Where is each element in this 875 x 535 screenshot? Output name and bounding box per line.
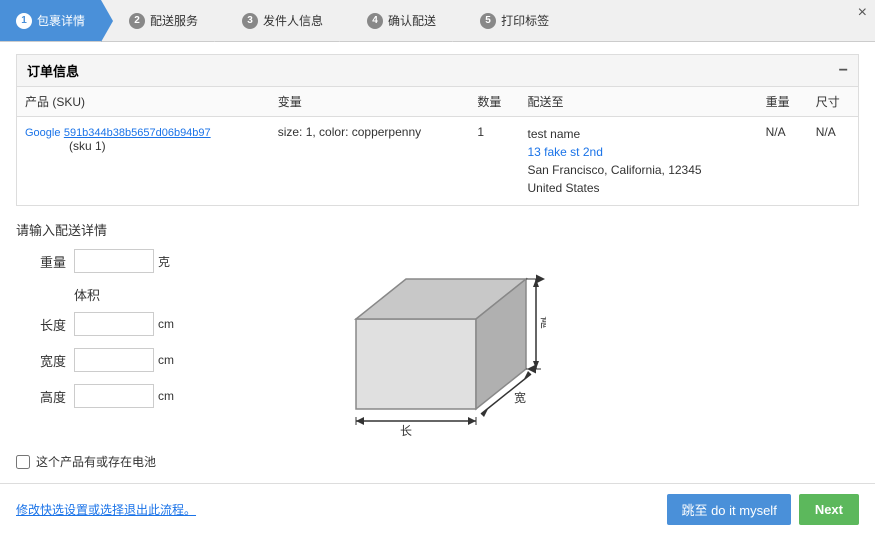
weight-row: 重量 克 — [16, 249, 296, 273]
svg-text:长: 长 — [400, 424, 412, 438]
col-quantity: 数量 — [469, 87, 519, 117]
svg-text:宽: 宽 — [514, 390, 526, 405]
height-row: 高度 cm — [16, 384, 296, 408]
length-row: 长度 cm — [16, 312, 296, 336]
address-line2: San Francisco, California, 12345 — [527, 163, 701, 177]
step-3[interactable]: 3 发件人信息 — [226, 0, 339, 41]
weight-label: 重量 — [16, 252, 66, 271]
step-3-label: 发件人信息 — [263, 12, 323, 29]
length-input[interactable] — [74, 312, 154, 336]
shipping-section-label: 请输入配送详情 — [16, 220, 859, 239]
form-left: 重量 克 体积 长度 cm 宽度 cm — [16, 249, 296, 420]
svg-text:高度: 高度 — [540, 315, 546, 330]
collapse-button[interactable]: − — [839, 62, 848, 80]
length-unit: cm — [158, 317, 174, 331]
col-weight: 重量 — [758, 87, 808, 117]
col-product: 产品 (SKU) — [17, 87, 270, 117]
google-link[interactable]: Google — [25, 127, 60, 139]
skip-button[interactable]: 跳至 do it myself — [667, 494, 790, 525]
variant-cell: size: 1, color: copperpenny — [270, 117, 470, 206]
order-section-title: 订单信息 — [27, 61, 79, 80]
next-button[interactable]: Next — [799, 494, 859, 525]
width-unit: cm — [158, 353, 174, 367]
footer-buttons: 跳至 do it myself Next — [667, 494, 859, 525]
col-size: 尺寸 — [808, 87, 859, 117]
height-label: 高度 — [16, 387, 66, 406]
form-area: 重量 克 体积 长度 cm 宽度 cm — [16, 249, 859, 439]
height-input[interactable] — [74, 384, 154, 408]
step-2-num: 2 — [129, 13, 145, 29]
step-arrow-1 — [101, 0, 113, 42]
step-4[interactable]: 4 确认配送 — [351, 0, 452, 41]
steps-bar: 1 包裹详情 2 配送服务 3 发件人信息 4 确认配送 5 打印标签 — [0, 0, 875, 42]
width-input[interactable] — [74, 348, 154, 372]
battery-label: 这个产品有或存在电池 — [36, 453, 156, 470]
step-1[interactable]: 1 包裹详情 — [0, 0, 101, 41]
weight-cell: N/A — [758, 117, 808, 206]
address-cell: test name 13 fake st 2nd San Francisco, … — [519, 117, 757, 206]
step-5[interactable]: 5 打印标签 — [464, 0, 565, 41]
order-table: 产品 (SKU) 变量 数量 配送至 重量 尺寸 Google 591b344b… — [16, 87, 859, 206]
step-1-label: 包裹详情 — [37, 12, 85, 29]
quantity-cell: 1 — [469, 117, 519, 206]
footer-link[interactable]: 修改快选设置或选择退出此流程。 — [16, 501, 196, 518]
step-1-num: 1 — [16, 13, 32, 29]
order-section-header: 订单信息 − — [16, 54, 859, 87]
modal-container: × 1 包裹详情 2 配送服务 3 发件人信息 4 确认配送 5 打印标签 — [0, 0, 875, 535]
sku-sub: (sku 1) — [69, 139, 106, 153]
main-content: 订单信息 − 产品 (SKU) 变量 数量 配送至 重量 尺寸 Google 5… — [0, 42, 875, 483]
close-button[interactable]: × — [858, 4, 867, 22]
size-cell: N/A — [808, 117, 859, 206]
step-4-label: 确认配送 — [388, 12, 436, 29]
width-label: 宽度 — [16, 351, 66, 370]
col-ship-to: 配送至 — [519, 87, 757, 117]
address-line3: United States — [527, 181, 599, 195]
step-5-num: 5 — [480, 13, 496, 29]
address-line1[interactable]: 13 fake st 2nd — [527, 145, 602, 159]
length-label: 长度 — [16, 315, 66, 334]
step-3-num: 3 — [242, 13, 258, 29]
step-2-label: 配送服务 — [150, 12, 198, 29]
battery-checkbox[interactable] — [16, 455, 30, 469]
height-unit: cm — [158, 389, 174, 403]
weight-input[interactable] — [74, 249, 154, 273]
address-name: test name — [527, 127, 580, 141]
weight-unit: 克 — [158, 253, 170, 270]
step-arrow-3 — [339, 0, 351, 42]
footer: 修改快选设置或选择退出此流程。 跳至 do it myself Next — [0, 483, 875, 535]
step-2[interactable]: 2 配送服务 — [113, 0, 214, 41]
table-row: Google 591b344b38b5657d06b94b97 (sku 1) … — [17, 117, 859, 206]
col-variant: 变量 — [270, 87, 470, 117]
volume-label: 体积 — [74, 285, 296, 304]
sku-link[interactable]: 591b344b38b5657d06b94b97 — [64, 127, 211, 139]
product-cell: Google 591b344b38b5657d06b94b97 (sku 1) — [17, 117, 270, 206]
battery-row: 这个产品有或存在电池 — [16, 453, 859, 470]
box-diagram: 高度 长 宽 — [326, 259, 546, 439]
step-arrow-2 — [214, 0, 226, 42]
step-arrow-4 — [452, 0, 464, 42]
step-4-num: 4 — [367, 13, 383, 29]
width-row: 宽度 cm — [16, 348, 296, 372]
step-5-label: 打印标签 — [501, 12, 549, 29]
